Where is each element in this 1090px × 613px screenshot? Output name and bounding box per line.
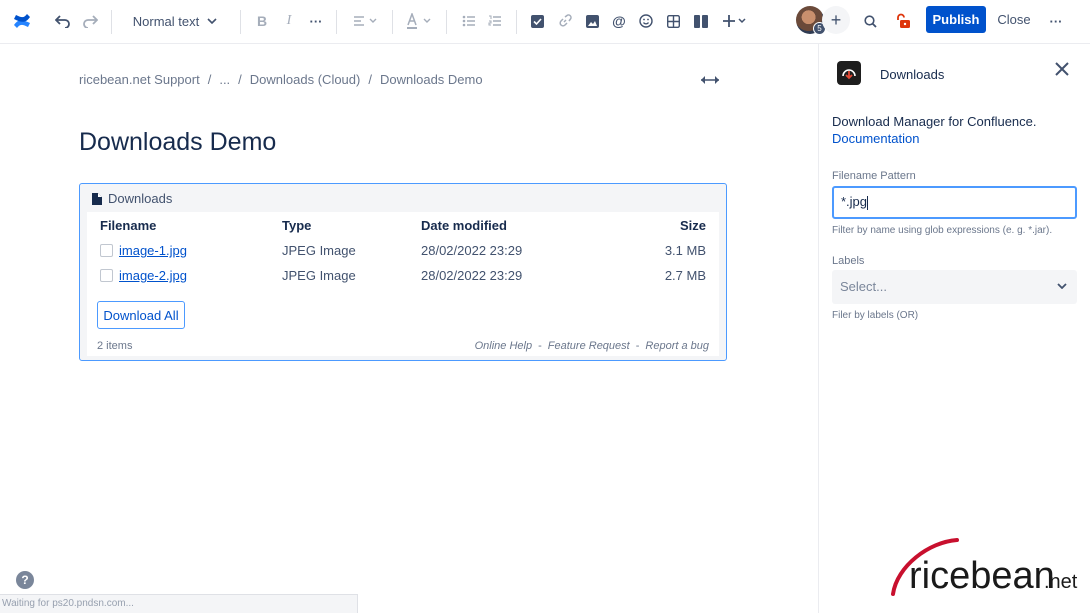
numbered-list-icon[interactable]	[486, 7, 504, 35]
text-style-label: Normal text	[132, 13, 200, 29]
file-type: JPEG Image	[282, 243, 356, 258]
macro-config-panel: Downloads Download Manager for Confluenc…	[818, 44, 1090, 613]
bold-icon[interactable]: B	[252, 7, 272, 35]
toolbar-divider	[446, 10, 447, 34]
image-icon[interactable]	[583, 7, 601, 35]
file-date: 28/02/2022 23:29	[421, 243, 523, 258]
chevron-down-icon	[207, 18, 217, 24]
items-count: 2 items	[97, 340, 133, 352]
document-icon	[92, 192, 102, 205]
page-title[interactable]: Downloads Demo	[79, 128, 276, 157]
alignment-icon[interactable]	[350, 7, 380, 35]
macro-title: Downloads	[108, 191, 173, 206]
ricebean-suffix: .net	[1044, 571, 1078, 593]
editor-toolbar: Normal text B I ··· @ 5 + Publish Close …	[0, 0, 1090, 44]
toolbar-divider	[111, 10, 112, 34]
publish-button[interactable]: Publish	[926, 6, 986, 33]
ricebean-wordmark: ricebean	[909, 555, 1055, 596]
search-icon[interactable]	[861, 7, 879, 35]
table-row: image-1.jpg JPEG Image 28/02/2022 23:29 …	[87, 240, 719, 262]
column-header-filename[interactable]: Filename	[100, 218, 156, 233]
row-checkbox[interactable]	[100, 269, 113, 282]
file-link[interactable]: image-2.jpg	[119, 268, 187, 283]
column-header-date[interactable]: Date modified	[421, 218, 507, 233]
column-header-size[interactable]: Size	[680, 218, 706, 233]
breadcrumb-item[interactable]: Downloads Demo	[380, 72, 483, 87]
file-link[interactable]: image-1.jpg	[119, 243, 187, 258]
online-help-link[interactable]: Online Help	[475, 340, 532, 352]
redo-icon[interactable]	[79, 7, 101, 35]
feature-request-link[interactable]: Feature Request	[548, 340, 630, 352]
help-icon[interactable]: ?	[16, 571, 34, 589]
chevron-down-icon	[1057, 283, 1067, 289]
confluence-logo-icon[interactable]	[10, 7, 34, 35]
undo-icon[interactable]	[52, 7, 74, 35]
more-formatting-icon[interactable]: ···	[306, 7, 326, 35]
close-editor-button[interactable]: Close	[994, 6, 1034, 33]
download-manager-logo-icon	[837, 61, 861, 85]
ricebean-logo: ricebean .net	[889, 536, 1079, 597]
downloads-macro[interactable]: Downloads Filename Type Date modified Si…	[79, 183, 727, 361]
downloads-table: Filename Type Date modified Size image-1…	[87, 212, 719, 356]
column-header-type[interactable]: Type	[282, 218, 311, 233]
toolbar-divider	[336, 10, 337, 34]
breadcrumb-item[interactable]: ricebean.net Support	[79, 72, 200, 87]
bullet-list-icon[interactable]	[460, 7, 478, 35]
breadcrumb-item[interactable]: ...	[219, 72, 230, 87]
description-text: Download Manager for Confluence.	[832, 114, 1037, 129]
labels-placeholder: Select...	[840, 279, 887, 294]
labels-select[interactable]: Select...	[832, 270, 1077, 304]
breadcrumb-separator: /	[207, 72, 212, 87]
mention-icon[interactable]: @	[610, 7, 628, 35]
panel-title: Downloads	[880, 67, 945, 82]
insert-more-icon[interactable]	[720, 7, 750, 35]
breadcrumb: ricebean.net Support / ... / Downloads (…	[79, 72, 483, 87]
text-style-select[interactable]: Normal text	[128, 7, 222, 35]
table-icon[interactable]	[664, 7, 682, 35]
layouts-icon[interactable]	[692, 7, 710, 35]
breadcrumb-separator: /	[238, 72, 242, 87]
panel-description: Download Manager for Confluence. Documen…	[832, 113, 1037, 147]
text-cursor	[867, 195, 869, 210]
file-size: 3.1 MB	[664, 243, 706, 258]
report-bug-link[interactable]: Report a bug	[645, 340, 709, 352]
link-icon[interactable]	[556, 7, 574, 35]
download-all-button[interactable]: Download All	[97, 301, 185, 329]
file-type: JPEG Image	[282, 268, 356, 283]
toolbar-divider	[240, 10, 241, 34]
row-checkbox[interactable]	[100, 244, 113, 257]
text-color-icon[interactable]	[404, 7, 434, 35]
filename-pattern-label: Filename Pattern	[832, 170, 916, 182]
invite-icon[interactable]: +	[822, 6, 850, 34]
macro-footer-links: Online Help - Feature Request - Report a bug	[474, 340, 709, 352]
filename-pattern-input[interactable]: *.jpg	[832, 186, 1077, 219]
action-item-icon[interactable]	[528, 7, 546, 35]
more-actions-icon[interactable]: ···	[1046, 7, 1066, 35]
full-width-toggle-icon[interactable]	[700, 72, 720, 88]
filename-pattern-help: Filter by name using glob expressions (e…	[832, 225, 1053, 236]
browser-status-bar: Waiting for ps20.pndsn.com...	[0, 594, 358, 613]
labels-label: Labels	[832, 255, 865, 267]
toolbar-divider	[516, 10, 517, 34]
documentation-link[interactable]: Documentation	[832, 131, 919, 146]
macro-header: Downloads	[92, 191, 172, 206]
italic-icon[interactable]: I	[279, 7, 299, 35]
breadcrumb-item[interactable]: Downloads (Cloud)	[250, 72, 361, 87]
table-row: image-2.jpg JPEG Image 28/02/2022 23:29 …	[87, 265, 719, 287]
labels-help: Filer by labels (OR)	[832, 310, 919, 321]
breadcrumb-separator: /	[368, 72, 372, 87]
emoji-icon[interactable]	[637, 7, 655, 35]
toolbar-divider	[392, 10, 393, 34]
file-date: 28/02/2022 23:29	[421, 268, 523, 283]
restrictions-unlock-icon[interactable]	[893, 7, 913, 35]
file-size: 2.7 MB	[664, 268, 706, 283]
close-icon[interactable]	[1055, 62, 1071, 78]
filename-pattern-value: *.jpg	[841, 194, 868, 209]
